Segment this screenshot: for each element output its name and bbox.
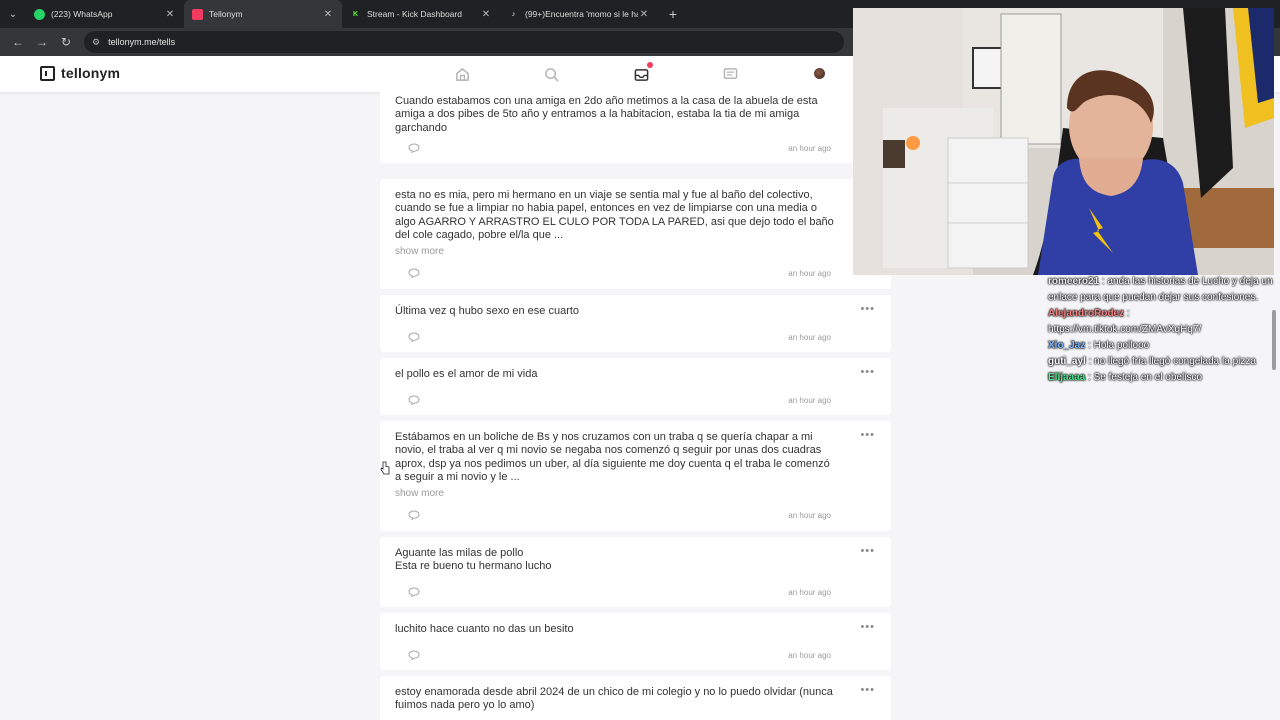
more-options-icon[interactable]: ••• [860, 429, 875, 441]
tell-card: esta no es mia, pero mi hermano en un vi… [380, 179, 891, 289]
tab-tellonym[interactable]: Tellonym ✕ [184, 0, 342, 28]
chat-text: Hola pollooo [1093, 340, 1150, 351]
chat-text: no llegó fría llegó congelada la pizza [1094, 356, 1256, 367]
tell-text: Aguante las milas de pollo Esta re bueno… [395, 547, 552, 573]
tell-card: Aguante las milas de pollo Esta re bueno… [380, 537, 891, 607]
more-options-icon[interactable]: ••• [860, 621, 875, 633]
comment-icon[interactable] [408, 268, 420, 278]
tell-text: Cuando estabamos con una amiga en 2do añ… [395, 95, 818, 134]
tell-text: estoy enamorada desde abril 2024 de un c… [395, 686, 833, 712]
forward-icon[interactable]: → [30, 30, 54, 54]
notification-dot [647, 62, 653, 68]
chat-username: AlejandroRodez [1048, 308, 1125, 319]
chat-message: romeero21 : anda las historias de Lucho … [1048, 276, 1273, 303]
tellonym-icon [192, 8, 203, 20]
tell-time: an hour ago [788, 396, 831, 405]
tells-feed: Cuando estabamos con una amiga en 2do añ… [380, 92, 891, 720]
close-icon[interactable]: ✕ [480, 9, 492, 20]
more-options-icon[interactable]: ••• [860, 366, 875, 378]
stream-chat: romeero21 : anda las historias de Lucho … [1048, 274, 1276, 386]
chat-message: guti_ayl : no llegó fría llegó congelada… [1048, 356, 1256, 367]
tell-time: an hour ago [788, 269, 831, 278]
webcam-image [853, 8, 1274, 275]
chat-username: Elijaaaa [1048, 372, 1086, 383]
page-scrollbar[interactable] [1272, 310, 1276, 370]
more-options-icon[interactable]: ••• [860, 545, 875, 557]
back-icon[interactable]: ← [6, 30, 30, 54]
tell-card: luchito hace cuanto no das un besito •••… [380, 613, 891, 670]
chat-icon[interactable] [721, 65, 739, 83]
address-bar[interactable]: ⚙ tellonym.me/tells [84, 31, 844, 53]
chat-message: AlejandroRodez : https://vm.tiktok.com/Z… [1048, 308, 1202, 335]
tell-card: el pollo es el amor de mi vida ••• an ho… [380, 358, 891, 415]
tell-card: Cuando estabamos con una amiga en 2do añ… [380, 92, 891, 163]
hand-cursor-icon [380, 461, 390, 475]
chat-username: Xio_Jaz [1048, 340, 1086, 351]
tell-card: estoy enamorada desde abril 2024 de un c… [380, 676, 891, 720]
url-text: tellonym.me/tells [108, 37, 176, 47]
chat-text: https://vm.tiktok.com/ZMAvXqHq7/ [1048, 324, 1202, 335]
tab-label: (223) WhatsApp [51, 9, 113, 19]
show-more-link[interactable]: show more [395, 488, 444, 499]
kick-icon: K [350, 8, 361, 20]
tab-tiktok[interactable]: ♪ (99+)Encuentra 'momo si le ha ✕ [500, 0, 658, 28]
tab-label: (99+)Encuentra 'momo si le ha [525, 9, 638, 19]
chat-username: guti_ayl [1048, 356, 1086, 367]
comment-icon[interactable] [408, 650, 420, 660]
tell-time: an hour ago [788, 333, 831, 342]
more-options-icon[interactable]: ••• [860, 684, 875, 696]
comment-icon[interactable] [408, 143, 420, 153]
close-icon[interactable]: ✕ [638, 9, 650, 20]
comment-icon[interactable] [408, 332, 420, 342]
more-options-icon[interactable]: ••• [860, 303, 875, 315]
tell-text: Última vez q hubo sexo en ese cuarto [395, 305, 580, 317]
streamer-webcam [853, 8, 1274, 275]
comment-icon[interactable] [408, 510, 420, 520]
whatsapp-icon [34, 8, 45, 20]
comment-icon[interactable] [408, 587, 420, 597]
tiktok-icon: ♪ [511, 10, 516, 18]
tell-text: Estábamos en un boliche de Bs y nos cruz… [395, 431, 830, 484]
tab-label: Stream - Kick Dashboard [367, 9, 462, 19]
reload-icon[interactable]: ↻ [54, 30, 78, 54]
tab-label: Tellonym [209, 9, 243, 19]
tell-card: Estábamos en un boliche de Bs y nos cruz… [380, 421, 891, 531]
show-more-link[interactable]: show more [395, 246, 444, 257]
tell-text: el pollo es el amor de mi vida [395, 368, 538, 380]
tell-text: luchito hace cuanto no das un besito [395, 623, 574, 635]
tell-time: an hour ago [788, 651, 831, 660]
tellonym-logo-icon [40, 65, 55, 81]
chat-message: Elijaaaa : Se festeja en el obelisco [1048, 372, 1203, 383]
close-icon[interactable]: ✕ [322, 9, 334, 20]
comment-icon[interactable] [408, 395, 420, 405]
chat-text: Se festeja en el obelisco [1093, 372, 1203, 383]
tell-time: an hour ago [788, 588, 831, 597]
tab-search-button[interactable]: ⌄ [0, 0, 26, 28]
site-settings-icon[interactable]: ⚙ [92, 37, 100, 48]
avatar[interactable] [814, 68, 825, 79]
tell-card: Última vez q hubo sexo en ese cuarto •••… [380, 295, 891, 352]
tell-text: esta no es mia, pero mi hermano en un vi… [395, 189, 834, 242]
inbox-icon[interactable] [632, 62, 653, 83]
tell-time: an hour ago [788, 511, 831, 520]
tab-kick-dashboard[interactable]: K Stream - Kick Dashboard ✕ [342, 0, 500, 28]
tell-time: an hour ago [788, 144, 831, 153]
chat-message: Xio_Jaz : Hola pollooo [1048, 340, 1150, 351]
tab-whatsapp[interactable]: (223) WhatsApp ✕ [26, 0, 184, 28]
chat-username: romeero21 [1048, 276, 1100, 287]
close-icon[interactable]: ✕ [164, 9, 176, 20]
search-icon[interactable] [542, 65, 560, 83]
logo-text: tellonym [61, 65, 121, 81]
new-tab-button[interactable]: + [664, 6, 682, 22]
tellonym-logo[interactable]: tellonym [40, 65, 120, 81]
home-icon[interactable] [453, 65, 471, 83]
